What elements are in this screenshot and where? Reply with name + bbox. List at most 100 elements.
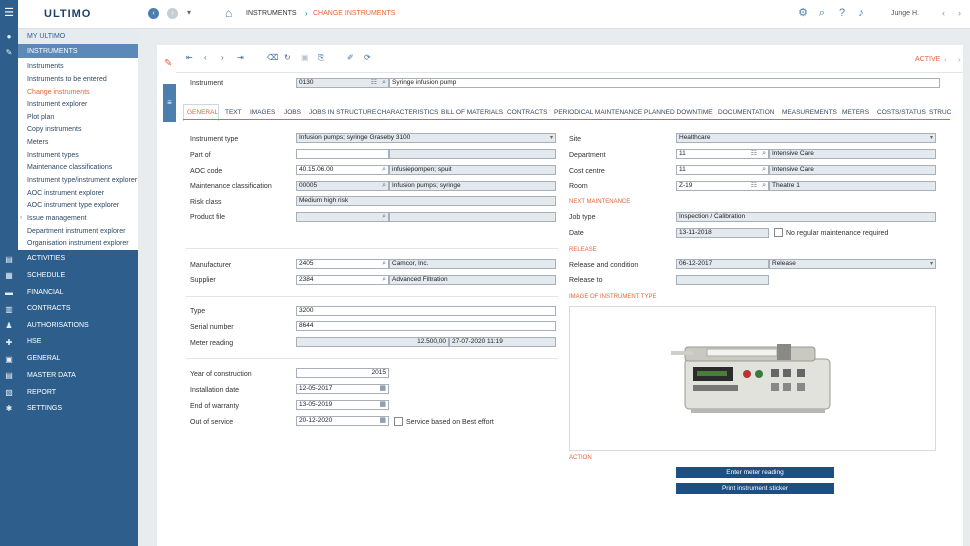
help-icon[interactable]: ? [836,7,848,19]
lookup-search-icon[interactable]: ⌕ [762,166,766,174]
menu-schedule[interactable]: SCHEDULE [18,268,138,283]
settings-menu-icon[interactable]: ✱ [3,404,15,414]
submenu-item[interactable]: Instrument types [27,152,79,159]
best-effort-checkbox[interactable] [394,417,403,426]
menu-activities[interactable]: ACTIVITIES [18,251,138,266]
save-icon[interactable]: ▣ [301,53,309,62]
menu-settings[interactable]: SETTINGS [18,401,138,416]
tab-meters[interactable]: METERS [842,109,869,116]
submenu-item[interactable]: Instrument type/instrument explorer [27,177,137,184]
out-of-service-field[interactable]: 20-12-2020 ▦ [296,416,389,426]
menu-my-ultimo[interactable]: MY ULTIMO [18,29,138,44]
aoc-code-field[interactable]: 40.15.06.00 ⌕ [296,165,389,175]
serial-number-field[interactable]: 8644 [296,321,556,331]
submenu-item-current[interactable]: Change instruments [27,89,90,96]
side-panel-toggle-icon[interactable]: ≡ [163,84,176,122]
submenu-item[interactable]: Meters [27,139,48,146]
menu-financial[interactable]: FINANCIAL [18,285,138,300]
pin-icon[interactable]: ✐ [347,53,354,62]
part-of-code-field[interactable] [296,149,389,159]
print-instrument-sticker-button[interactable]: Print instrument sticker [676,483,834,494]
record-nav-next-icon[interactable]: › [958,55,961,64]
user-name[interactable]: Junge H. [891,10,919,17]
schedule-icon[interactable]: ▦ [3,271,15,281]
installation-date-field[interactable]: 12-05-2017 ▦ [296,384,389,394]
submenu-item[interactable]: AOC instrument explorer [27,190,104,197]
site-select[interactable]: Healthcare ▾ [676,133,936,143]
submenu-item[interactable]: Maintenance classifications [27,164,112,171]
menu-instruments[interactable]: INSTRUMENTS [18,44,138,59]
room-code-field[interactable]: Z-19 ☷ ⌕ [676,181,769,191]
tab-planned-downtime[interactable]: PLANNED DOWNTIME [644,109,713,116]
previous-record-icon[interactable]: ‹ [204,53,207,62]
menu-master-data[interactable]: MASTER DATA [18,368,138,383]
menu-general[interactable]: GENERAL [18,351,138,366]
release-condition-select[interactable]: Release ▾ [769,259,936,269]
next-page-icon[interactable]: › [958,8,961,18]
report-icon[interactable]: ▧ [3,388,15,398]
menu-hse[interactable]: HSE [18,334,138,349]
submenu-item[interactable]: Issue management [27,215,87,222]
type-field[interactable]: 3200 [296,306,556,316]
clear-icon[interactable]: ⌫ [267,53,278,62]
lookup-search-icon[interactable]: ⌕ [382,260,386,268]
forward-icon[interactable]: › [167,8,178,19]
submenu-item[interactable]: AOC instrument type explorer [27,202,119,209]
menu-authorisations[interactable]: AUTHORISATIONS [18,318,138,333]
hamburger-menu-icon[interactable]: ☰ [0,0,18,29]
prev-page-icon[interactable]: ‹ [942,8,945,18]
tab-periodical-maintenance[interactable]: PERIODICAL MAINTENANCE [554,109,642,116]
submenu-item[interactable]: Department instrument explorer [27,228,125,235]
tab-jobs[interactable]: JOBS [284,109,301,116]
settings-icon[interactable]: ⚙ [797,7,809,19]
tab-jobs-in-structure[interactable]: JOBS IN STRUCTURE [309,109,376,116]
lookup-search-icon[interactable]: ⌕ [382,276,386,284]
master-data-icon[interactable]: ▤ [3,371,15,381]
tab-measurements[interactable]: MEASUREMENTS [782,109,837,116]
enter-meter-reading-button[interactable]: Enter meter reading [676,467,834,478]
lookup-search-icon[interactable]: ⌕ [382,182,386,190]
tab-structure[interactable]: STRUC [929,109,951,116]
list-icon[interactable]: ☷ [751,150,757,158]
next-record-icon[interactable]: › [221,53,224,62]
lookup-search-icon[interactable]: ⌕ [762,182,766,190]
list-icon[interactable]: ☷ [751,182,757,190]
tab-characteristics[interactable]: CHARACTERISTICS [377,109,438,116]
lookup-search-icon[interactable]: ⌕ [762,150,766,158]
breadcrumb-instruments[interactable]: INSTRUMENTS [246,10,297,17]
record-nav-prev-icon[interactable]: ‹ [944,55,947,64]
tab-contracts[interactable]: CONTRACTS [507,109,547,116]
calendar-icon[interactable]: ▦ [379,417,386,425]
submenu-item[interactable]: Instrument explorer [27,101,87,108]
history-dropdown-icon[interactable]: ▾ [187,8,191,17]
calendar-icon[interactable]: ▦ [379,401,386,409]
expand-arrow-icon[interactable]: › [20,215,22,221]
process-icon[interactable]: ⟳ [364,53,371,62]
maintenance-classification-code-field[interactable]: 00005 ⌕ [296,181,389,191]
first-record-icon[interactable]: ⇤ [186,53,193,62]
calendar-icon[interactable]: ▦ [379,385,386,393]
financial-icon[interactable]: ▬ [3,288,15,298]
home-icon[interactable]: ⌂ [225,6,232,20]
lookup-search-icon[interactable]: ⌕ [382,213,386,221]
menu-contracts[interactable]: CONTRACTS [18,301,138,316]
copy-icon[interactable]: ⎘ [318,53,324,63]
manufacturer-code-field[interactable]: 2405 ⌕ [296,259,389,269]
tab-costs-status[interactable]: COSTS/STATUS [877,109,926,116]
general-icon[interactable]: ▣ [3,355,15,365]
lookup-search-icon[interactable]: ⌕ [382,79,386,87]
tab-bill-of-materials[interactable]: BILL OF MATERIALS [441,109,503,116]
lookup-search-icon[interactable]: ⌕ [382,166,386,174]
year-of-construction-field[interactable]: 2015 [296,368,389,378]
notifications-icon[interactable]: ♪ [855,7,867,19]
cost-centre-code-field[interactable]: 11 ⌕ [676,165,769,175]
tab-general[interactable]: GENERAL [187,109,218,116]
submenu-item[interactable]: Instruments [27,63,64,70]
search-icon[interactable]: ⌕ [816,7,828,19]
menu-report[interactable]: REPORT [18,385,138,400]
hse-icon[interactable]: ✚ [3,338,15,348]
instrument-description-field[interactable]: Syringe infusion pump [389,78,940,88]
submenu-item[interactable]: Organisation instrument explorer [27,240,129,247]
submenu-item[interactable]: Instruments to be entered [27,76,107,83]
refresh-icon[interactable]: ↻ [284,53,291,62]
